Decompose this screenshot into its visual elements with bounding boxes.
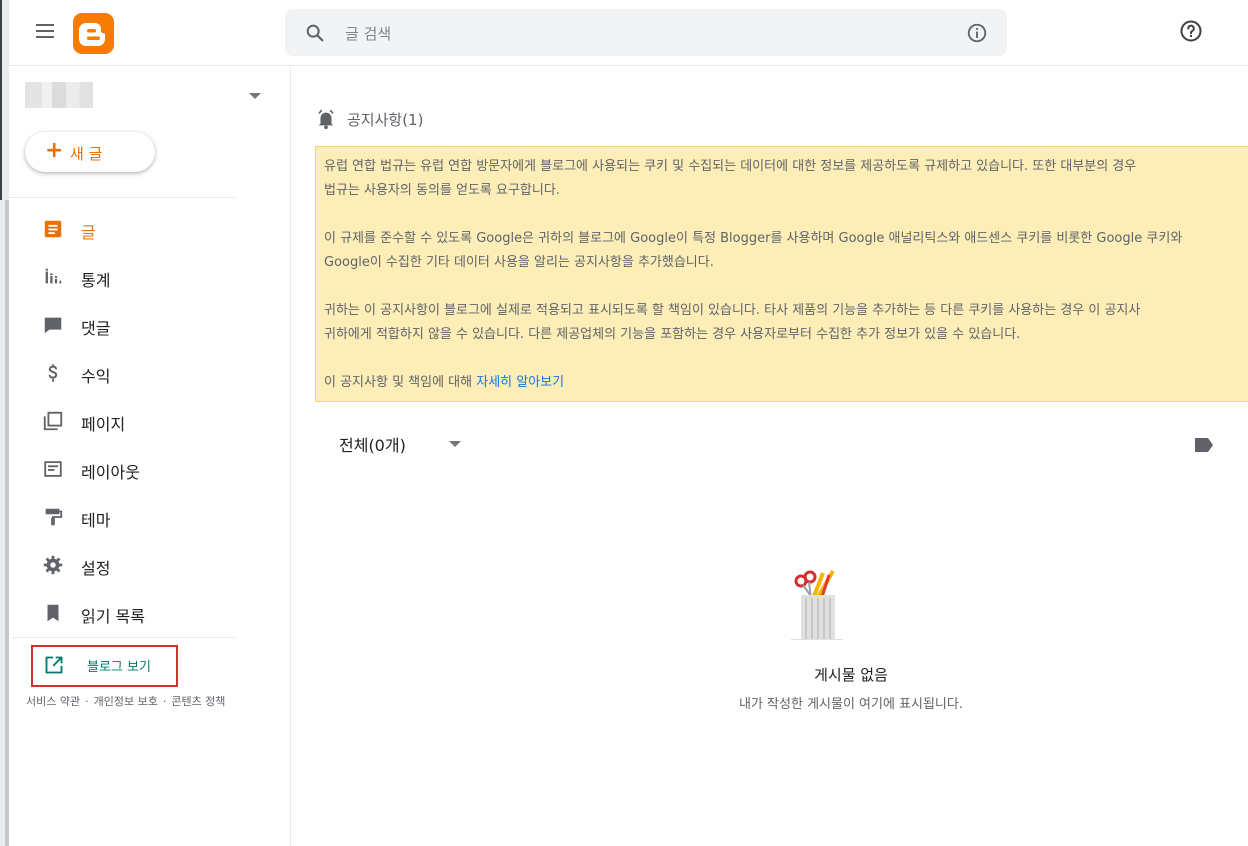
empty-state-title: 게시물 없음: [814, 666, 888, 684]
app-header: [9, 0, 1248, 66]
sidebar-item-label: 페이지: [81, 415, 126, 434]
sidebar-item-label: 레이아웃: [81, 463, 140, 482]
terms-link[interactable]: 서비스 약관: [26, 695, 80, 708]
pages-icon: [43, 411, 63, 431]
notice-paragraph: 이 공지사항 및 책임에 대해 자세히 알아보기: [324, 371, 1248, 395]
divider: [12, 637, 235, 638]
notice-paragraph: 유럽 연합 법규는 유럽 연합 방문자에게 블로그에 사용되는 쿠키 및 수집되…: [324, 155, 1248, 203]
post-filter-dropdown[interactable]: 전체(0개): [339, 432, 461, 458]
bell-icon: [318, 109, 334, 130]
sidebar-item-comments[interactable]: 댓글: [9, 302, 290, 350]
sidebar-item-label: 글: [81, 223, 96, 242]
blogger-logo[interactable]: [73, 13, 114, 54]
empty-state-subtitle: 내가 작성한 게시물이 여기에 표시됩니다.: [739, 697, 963, 712]
bookmark-icon: [47, 604, 59, 622]
window-edge-dark: [0, 0, 2, 200]
filter-label: 전체(0개): [339, 436, 406, 455]
sidebar-item-posts[interactable]: 글: [9, 206, 290, 254]
sidebar-nav: 글 통계 댓글 수익 페이지 레이아웃 테마 설정 읽기 목록: [9, 206, 290, 638]
separator: ·: [162, 695, 167, 708]
sidebar-item-label: 읽기 목록: [81, 607, 145, 626]
notice-line: 귀하는 이 공지사항이 블로그에 실제로 적용되고 표시되도록 할 책임이 있습…: [324, 303, 1141, 318]
caret-down-icon: [249, 93, 261, 99]
notice-paragraph: 이 규제를 준수할 수 있도록 Google은 귀하의 블로그에 Google이…: [324, 227, 1248, 275]
sidebar-item-label: 테마: [81, 511, 111, 530]
sidebar-item-label: 통계: [81, 271, 111, 290]
main-content: 공지사항(1) 유럽 연합 법규는 유럽 연합 방문자에게 블로그에 사용되는 …: [291, 66, 1248, 846]
plus-icon: +: [45, 138, 64, 163]
view-blog-link[interactable]: 블로그 보기: [31, 645, 178, 687]
privacy-link[interactable]: 개인정보 보호: [94, 695, 158, 708]
help-icon[interactable]: [1179, 19, 1203, 43]
caret-down-icon: [449, 441, 461, 447]
search-bar: [285, 9, 1007, 56]
new-post-button[interactable]: + 새 글: [25, 132, 155, 172]
sidebar-item-label: 수익: [81, 367, 111, 386]
notice-line: 이 규제를 준수할 수 있도록 Google은 귀하의 블로그에 Google이…: [324, 231, 1183, 246]
divider: [9, 197, 235, 198]
search-input[interactable]: [343, 19, 947, 49]
sidebar-item-label: 설정: [81, 559, 111, 578]
layout-icon: [44, 461, 62, 477]
dollar-icon: [48, 364, 58, 382]
notice-line: 법규는 사용자의 동의를 얻도록 요구합니다.: [324, 183, 560, 198]
separator: ·: [85, 695, 89, 708]
posts-icon: [44, 220, 62, 238]
notice-paragraph: 귀하는 이 공지사항이 블로그에 실제로 적용되고 표시되도록 할 책임이 있습…: [324, 299, 1248, 347]
notice-line: 이 공지사항 및 책임에 대해: [324, 375, 477, 390]
pencil-cup-illustration: [791, 570, 843, 640]
sidebar-item-settings[interactable]: 설정: [9, 542, 290, 590]
notice-line: Google이 수집한 기타 데이터 사용을 알리는 공지사항을 추가했습니다.: [324, 255, 714, 270]
sidebar-item-layout[interactable]: 레이아웃: [9, 446, 290, 494]
menu-icon[interactable]: [36, 24, 54, 38]
sidebar: + 새 글 글 통계 댓글 수익 페이지 레이아웃 테마 설정 읽기 목록 블로…: [9, 66, 291, 846]
sidebar-item-theme[interactable]: 테마: [9, 494, 290, 542]
sidebar-item-label: 댓글: [81, 319, 111, 338]
content-policy-link[interactable]: 콘텐츠 정책: [171, 695, 225, 708]
new-post-label: 새 글: [70, 145, 103, 163]
comments-icon: [44, 317, 62, 334]
open-in-new-icon: [45, 656, 63, 674]
window-edge: [0, 0, 9, 846]
notice-line: 유럽 연합 법규는 유럽 연합 방문자에게 블로그에 사용되는 쿠키 및 수집되…: [324, 159, 1137, 174]
sidebar-item-reading-list[interactable]: 읽기 목록: [9, 590, 290, 638]
blog-selector[interactable]: [25, 80, 265, 112]
notice-box: 유럽 연합 법규는 유럽 연합 방문자에게 블로그에 사용되는 쿠키 및 수집되…: [315, 146, 1248, 402]
label-icon[interactable]: [1193, 436, 1215, 454]
paint-roller-icon: [45, 508, 63, 526]
sidebar-item-stats[interactable]: 통계: [9, 254, 290, 302]
view-blog-label: 블로그 보기: [87, 660, 151, 675]
footer-links: 서비스 약관 · 개인정보 보호 · 콘텐츠 정책: [26, 693, 225, 709]
gear-icon: [43, 555, 63, 575]
notice-line: 귀하에게 적합하지 않을 수 있습니다. 다른 제공업체의 기능을 포함하는 경…: [324, 327, 1021, 342]
notice-title: 공지사항(1): [347, 111, 424, 129]
blog-name-redacted: [25, 82, 93, 108]
sidebar-item-earnings[interactable]: 수익: [9, 350, 290, 398]
search-icon[interactable]: [304, 22, 326, 44]
learn-more-link[interactable]: 자세히 알아보기: [476, 375, 564, 390]
stats-icon: [45, 268, 62, 284]
sidebar-item-pages[interactable]: 페이지: [9, 398, 290, 446]
info-icon[interactable]: [966, 22, 988, 44]
